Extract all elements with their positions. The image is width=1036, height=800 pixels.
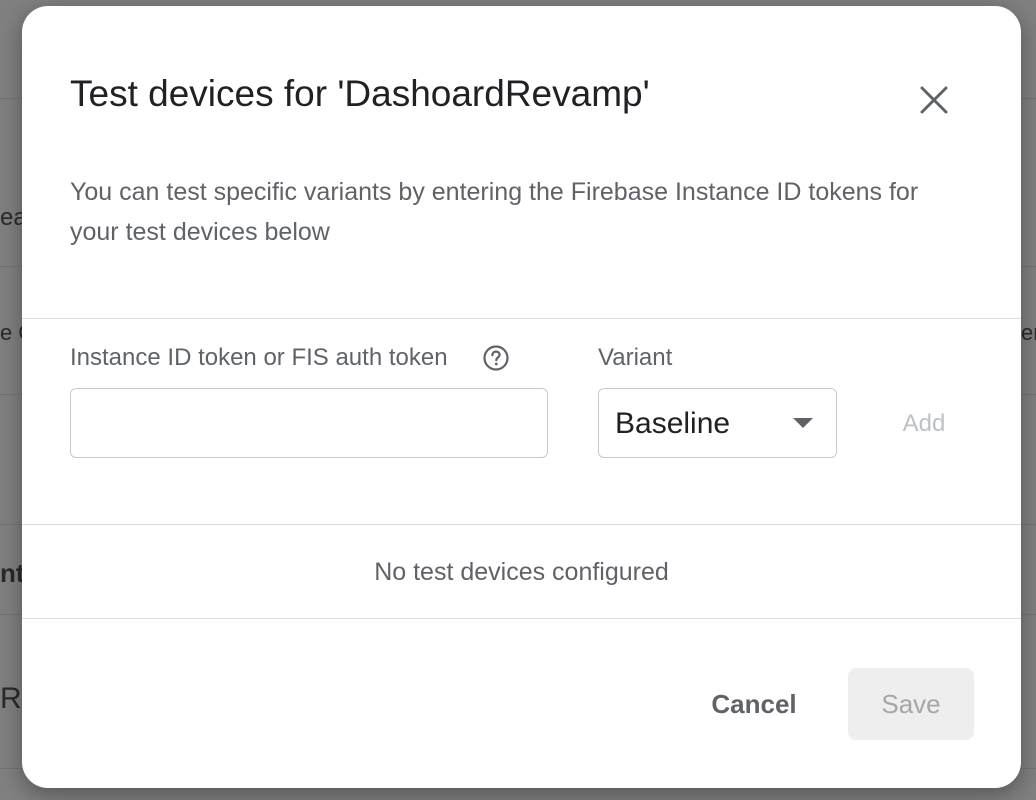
variant-select[interactable]: Baseline <box>598 388 837 458</box>
dropdown-arrow-icon <box>793 418 813 428</box>
section-divider <box>22 618 1021 619</box>
token-input[interactable] <box>70 388 548 458</box>
section-divider <box>22 318 1021 319</box>
add-button[interactable]: Add <box>886 402 962 446</box>
backdrop-text: ea <box>0 204 22 231</box>
section-divider <box>22 524 1021 525</box>
save-button[interactable]: Save <box>848 668 974 740</box>
backdrop-text: nti <box>0 558 22 588</box>
cancel-button[interactable]: Cancel <box>694 670 814 738</box>
close-icon <box>920 86 948 114</box>
empty-state-message: No test devices configured <box>374 558 669 586</box>
help-circle-icon[interactable] <box>482 344 510 372</box>
test-devices-dialog: Test devices for 'DashoardRevamp' You ca… <box>22 6 1021 788</box>
backdrop-text: e O <box>0 320 22 345</box>
token-field-label: Instance ID token or FIS auth token <box>70 344 448 371</box>
close-button[interactable] <box>906 72 962 128</box>
variant-selected-value: Baseline <box>615 407 731 440</box>
dialog-title: Test devices for 'DashoardRevamp' <box>70 73 650 114</box>
dialog-description: You can test specific variants by enteri… <box>70 178 919 246</box>
backdrop-text: er <box>1021 320 1036 345</box>
variant-field-label: Variant <box>598 344 673 371</box>
backdrop-text: Ra <box>0 682 22 715</box>
